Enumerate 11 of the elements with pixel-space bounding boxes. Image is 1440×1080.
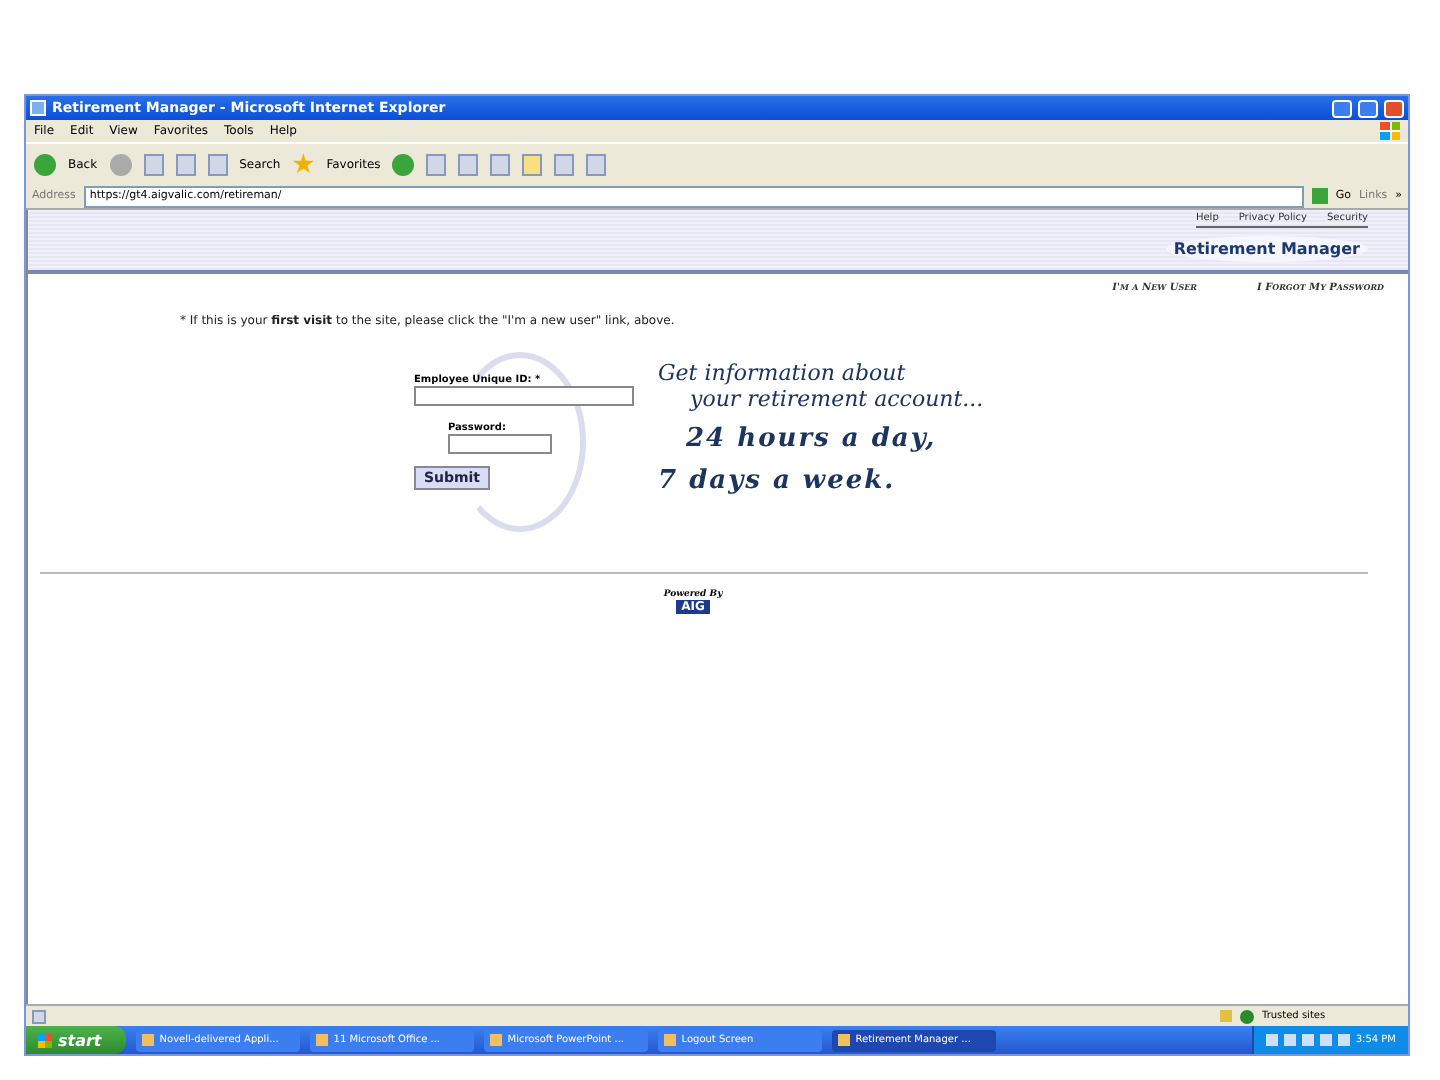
minimize-button[interactable] [1332,99,1352,117]
promo-text: your retirement account... [690,386,984,412]
start-button[interactable]: start [26,1026,126,1054]
close-button[interactable] [1384,99,1404,117]
promo-text: 7 days a week. [658,466,898,496]
input-field[interactable] [414,386,634,406]
brand-logo: Retirement Manager [1165,236,1368,262]
maximize-button[interactable] [1358,99,1378,117]
promo-text: 24 hours a day, [686,424,939,454]
promo-text: Get information about [658,360,908,386]
input-field[interactable] [448,434,552,454]
